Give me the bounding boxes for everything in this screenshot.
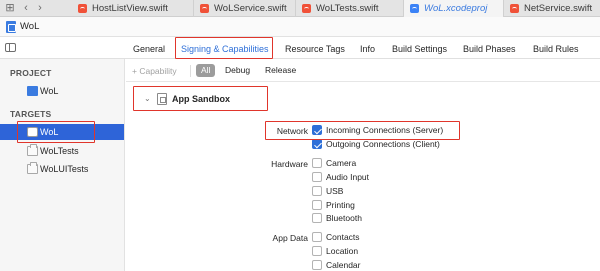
swift-file-icon [302,4,311,13]
option-label: Contacts [326,232,360,242]
tab-general[interactable]: General [133,44,165,54]
checkbox-calendar[interactable] [312,260,322,270]
tab-build-phases[interactable]: Build Phases [463,44,516,54]
sidebar-item-label: WoLTests [40,146,79,156]
checkbox-camera[interactable] [312,158,322,168]
swift-file-icon [200,4,209,13]
forward-chevron-icon[interactable]: › [33,1,47,15]
xcodeproj-icon [6,21,16,33]
breadcrumb: WoL [0,17,600,37]
editor-tabs: General Signing & Capabilities Resource … [0,37,600,59]
chevron-down-icon[interactable]: ⌄ [144,94,151,103]
file-tab-hostlistview[interactable]: HostListView.swift [72,0,194,17]
group-label-app-data: App Data [272,233,308,243]
test-bundle-icon [27,162,38,174]
option-label: Bluetooth [326,213,362,223]
sidebar-section-targets: TARGETS [10,109,52,119]
sidebar-item-target-woluitests[interactable]: WoLUITests [0,161,124,177]
app-target-icon [27,127,38,137]
checkbox-outgoing-connections[interactable] [312,139,322,149]
back-chevron-icon[interactable]: ‹ [19,1,33,15]
file-tab-wolservice[interactable]: WoLService.swift [194,0,296,17]
option-label: USB [326,186,344,196]
sidebar-item-project[interactable]: WoL [0,83,124,99]
file-tab-label: HostListView.swift [92,3,168,14]
xcodeproj-icon [27,86,38,96]
option-label: Location [326,246,359,256]
option-label: Printing [326,200,355,210]
grid-icon[interactable]: ⊞ [3,1,17,15]
group-label-network: Network [276,126,308,136]
xcodeproj-file-icon [410,4,419,13]
divider [190,65,191,77]
tab-build-settings[interactable]: Build Settings [392,44,447,54]
sidebar-toggle-icon[interactable] [5,43,16,52]
checkbox-printing[interactable] [312,200,322,210]
option-label: Incoming Connections (Server) [326,125,444,135]
app-sandbox-title: App Sandbox [172,94,230,104]
file-tab-label: WoL.xcodeproj [424,3,488,14]
sidebar-item-target-wol[interactable]: WoL [0,124,124,140]
sidebar-item-target-woltests[interactable]: WoLTests [0,143,124,159]
tab-build-rules[interactable]: Build Rules [533,44,579,54]
file-tab-bar: ⊞ ‹ › HostListView.swift WoLService.swif… [0,0,600,17]
capability-bar: + Capability All Debug Release [126,59,600,82]
file-tab-label: WoLTests.swift [316,3,379,14]
targets-sidebar: PROJECT WoL TARGETS WoL WoLTests WoLUITe… [0,59,125,271]
filter-all[interactable]: All [196,64,216,77]
app-sandbox-icon [157,93,167,105]
swift-file-icon [78,4,87,13]
option-label: Audio Input [326,172,370,182]
breadcrumb-project[interactable]: WoL [20,21,39,32]
test-bundle-icon [27,144,38,156]
tab-info[interactable]: Info [360,44,375,54]
filter-debug[interactable]: Debug [220,64,255,77]
file-tab-label: WoLService.swift [214,3,287,14]
capabilities-content: ⌄ App Sandbox Network Incoming Connectio… [126,82,600,271]
option-label: Camera [326,158,357,168]
file-tab-xcodeproj[interactable]: WoL.xcodeproj [404,0,504,17]
checkbox-location[interactable] [312,246,322,256]
group-label-hardware: Hardware [271,159,308,169]
filter-release[interactable]: Release [260,64,301,77]
file-tab-woltests[interactable]: WoLTests.swift [296,0,404,17]
sidebar-section-project: PROJECT [10,68,52,78]
tab-resource-tags[interactable]: Resource Tags [285,44,345,54]
tab-signing-capabilities[interactable]: Signing & Capabilities [181,44,269,54]
file-tab-netservice[interactable]: NetService.swift [504,0,600,17]
checkbox-usb[interactable] [312,186,322,196]
sidebar-item-label: WoL [40,127,59,137]
checkbox-incoming-connections[interactable] [312,125,322,135]
swift-file-icon [510,4,519,13]
option-label: Outgoing Connections (Client) [326,139,440,149]
checkbox-contacts[interactable] [312,232,322,242]
checkbox-audio-input[interactable] [312,172,322,182]
sidebar-item-label: WoLUITests [40,164,89,174]
sidebar-item-label: WoL [40,86,59,96]
option-label: Calendar [326,260,361,270]
add-capability-button[interactable]: + Capability [132,66,177,76]
checkbox-bluetooth[interactable] [312,213,322,223]
file-tab-label: NetService.swift [524,3,593,14]
